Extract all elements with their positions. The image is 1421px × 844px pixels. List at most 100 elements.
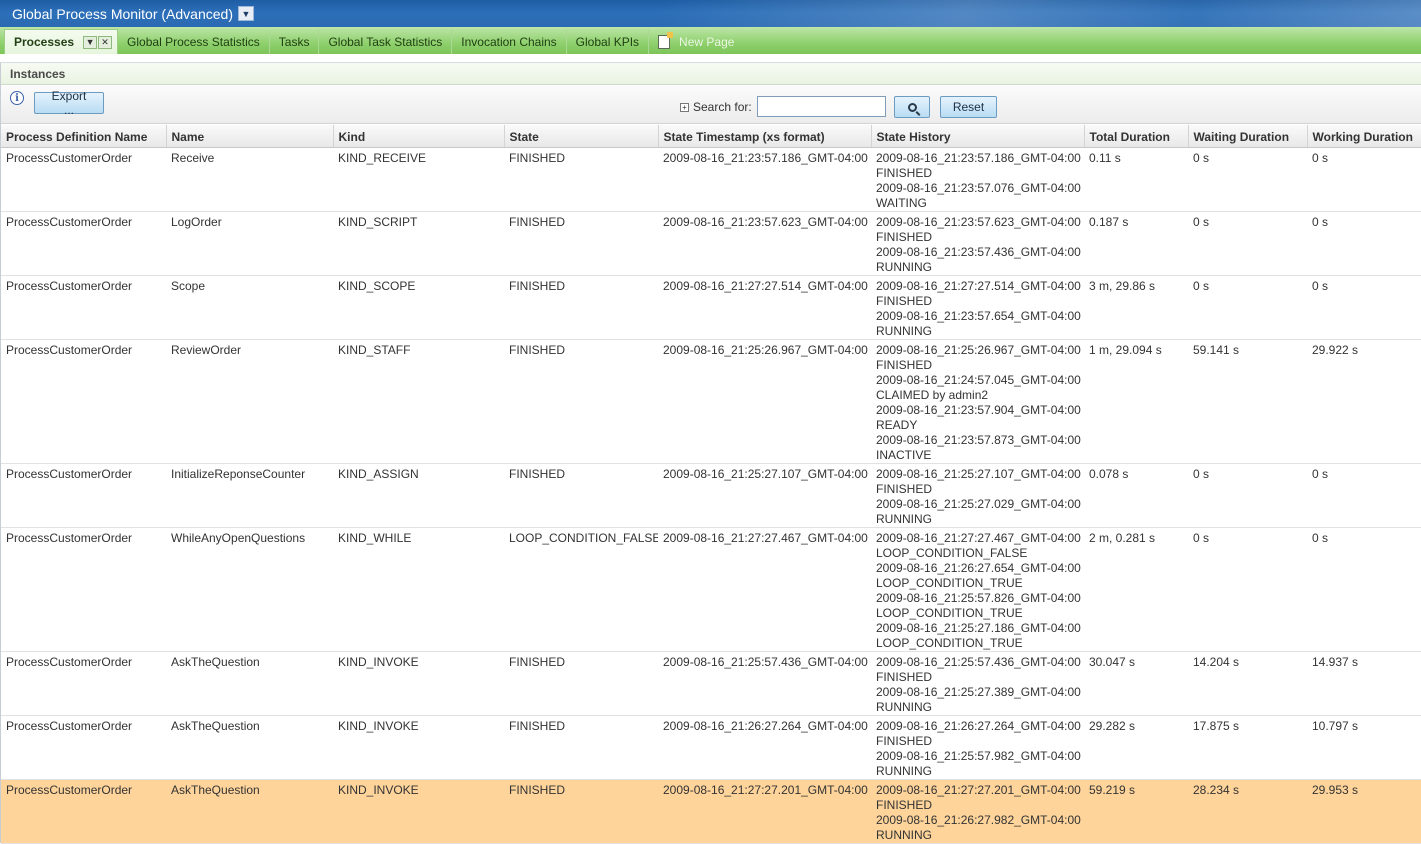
history-entry: 2009-08-16_21:25:27.389_GMT-04:00	[876, 684, 1081, 699]
history-entry: RUNNING	[876, 259, 932, 274]
cell-state: FINISHED	[504, 715, 658, 780]
cell-history: 2009-08-16_21:27:27.467_GMT-04:00 LOOP_CO…	[871, 527, 1084, 652]
cell-kind: KIND_INVOKE	[333, 651, 504, 716]
cell-working: 0 s	[1307, 147, 1421, 212]
tab-global-process-statistics[interactable]: Global Process Statistics	[118, 30, 270, 54]
cell-timestamp: 2009-08-16_21:27:27.467_GMT-04:00	[658, 527, 871, 652]
title-menu-dropdown[interactable]: ▼	[238, 6, 254, 21]
history-entry: 2009-08-16_21:26:27.264_GMT-04:00	[876, 718, 1081, 733]
cell-name: LogOrder	[166, 211, 333, 276]
history-entry: 2009-08-16_21:27:27.201_GMT-04:00	[876, 782, 1081, 797]
tab-label: Tasks	[278, 35, 310, 49]
tab-invocation-chains[interactable]: Invocation Chains	[452, 30, 567, 54]
tab-processes[interactable]: Processes ▼ ✕	[4, 29, 119, 54]
history-entry: CLAIMED by admin2	[876, 387, 989, 402]
column-header-total-duration[interactable]: Total Duration	[1084, 125, 1189, 148]
chevron-down-icon: ▼	[85, 37, 95, 47]
table-row[interactable]: ProcessCustomerOrder LogOrder KIND_SCRIPT F…	[1, 211, 1421, 276]
column-header-working-duration[interactable]: Working Duration	[1307, 125, 1421, 148]
column-header-process-definition-name[interactable]: Process Definition Name	[1, 125, 167, 148]
column-header-kind[interactable]: Kind	[333, 125, 505, 148]
history-entry: 2009-08-16_21:25:26.967_GMT-04:00	[876, 342, 1081, 357]
tab-global-task-statistics[interactable]: Global Task Statistics	[319, 30, 453, 54]
cell-history: 2009-08-16_21:25:57.436_GMT-04:00 FINISHE…	[871, 651, 1084, 716]
cell-total: 29.282 s	[1084, 715, 1188, 780]
history-entry: LOOP_CONDITION_TRUE	[876, 575, 1023, 590]
table-row[interactable]: ProcessCustomerOrder ReviewOrder KIND_STAF…	[1, 339, 1421, 464]
cell-state: FINISHED	[504, 779, 658, 844]
reset-button[interactable]: Reset	[940, 96, 997, 118]
history-entry: RUNNING	[876, 763, 932, 778]
column-header-name[interactable]: Name	[166, 125, 334, 148]
tab-new-page[interactable]: New Page	[649, 30, 743, 54]
cell-name: InitializeReponseCounter	[166, 463, 333, 528]
column-header-state-timestamp[interactable]: State Timestamp (xs format)	[658, 125, 872, 148]
cell-state: FINISHED	[504, 211, 658, 276]
history-entry: 2009-08-16_21:25:27.029_GMT-04:00	[876, 496, 1081, 511]
table-row[interactable]: ProcessCustomerOrder Receive KIND_RECEIVE F…	[1, 147, 1421, 212]
cell-working: 29.922 s	[1307, 339, 1421, 464]
tab-label: Global KPIs	[575, 35, 640, 49]
column-header-state-history[interactable]: State History	[871, 125, 1085, 148]
chevron-down-icon: ▼	[241, 8, 251, 19]
cell-total: 2 m, 0.281 s	[1084, 527, 1188, 652]
export-button[interactable]: Export ...	[34, 89, 104, 117]
history-entry: 2009-08-16_21:23:57.873_GMT-04:00	[876, 432, 1081, 447]
tab-close-button[interactable]: ✕	[98, 35, 113, 49]
search-toggle[interactable]: + Search for:	[680, 100, 752, 114]
cell-state: FINISHED	[504, 147, 658, 212]
cell-kind: KIND_WHILE	[333, 527, 504, 652]
tab-tasks[interactable]: Tasks	[270, 30, 320, 54]
history-entry: FINISHED	[876, 669, 933, 684]
table-row[interactable]: ProcessCustomerOrder Scope KIND_SCOPE FINIS…	[1, 275, 1421, 340]
history-entry: FINISHED	[876, 797, 933, 812]
cell-name: AskTheQuestion	[166, 651, 333, 716]
table-row[interactable]: ProcessCustomerOrder AskTheQuestion KIND_I…	[1, 651, 1421, 716]
tab-label: New Page	[679, 35, 735, 49]
cell-working: 29.953 s	[1307, 779, 1421, 844]
cell-history: 2009-08-16_21:26:27.264_GMT-04:00 FINISHE…	[871, 715, 1084, 780]
history-entry: 2009-08-16_21:27:27.467_GMT-04:00	[876, 530, 1081, 545]
cell-working: 0 s	[1307, 211, 1421, 276]
cell-history: 2009-08-16_21:27:27.514_GMT-04:00 FINISHE…	[871, 275, 1084, 340]
history-entry: FINISHED	[876, 733, 933, 748]
history-entry: 2009-08-16_21:25:27.186_GMT-04:00	[876, 620, 1081, 635]
history-entry: 2009-08-16_21:23:57.904_GMT-04:00	[876, 402, 1081, 417]
info-icon[interactable]: i	[10, 91, 24, 105]
history-entry: FINISHED	[876, 357, 933, 372]
cell-process: ProcessCustomerOrder	[1, 211, 166, 276]
search-button[interactable]	[894, 96, 930, 118]
cell-name: Receive	[166, 147, 333, 212]
cell-history: 2009-08-16_21:23:57.623_GMT-04:00 FINISHE…	[871, 211, 1084, 276]
app-title: Global Process Monitor (Advanced)	[12, 5, 233, 22]
cell-total: 3 m, 29.86 s	[1084, 275, 1188, 340]
tab-menu-button[interactable]: ▼	[83, 35, 98, 49]
history-entry: INACTIVE	[876, 447, 932, 462]
title-bar: Global Process Monitor (Advanced) ▼	[0, 0, 1421, 27]
table-row[interactable]: ProcessCustomerOrder WhileAnyOpenQuestion…	[1, 527, 1421, 652]
history-entry: 2009-08-16_21:24:57.045_GMT-04:00	[876, 372, 1081, 387]
cell-history: 2009-08-16_21:25:26.967_GMT-04:00 FINISHE…	[871, 339, 1084, 464]
tab-global-kpis[interactable]: Global KPIs	[567, 30, 650, 54]
table-row[interactable]: ProcessCustomerOrder InitializeReponseCou…	[1, 463, 1421, 528]
column-header-state[interactable]: State	[504, 125, 659, 148]
cell-kind: KIND_ASSIGN	[333, 463, 504, 528]
history-entry: WAITING	[876, 195, 927, 210]
instances-toolbar: i Export ... + Search for: Reset	[1, 86, 1421, 124]
cell-state: FINISHED	[504, 275, 658, 340]
table-row[interactable]: ProcessCustomerOrder AskTheQuestion KIND_I…	[1, 715, 1421, 780]
cell-total: 30.047 s	[1084, 651, 1188, 716]
cell-working: 0 s	[1307, 463, 1421, 528]
history-entry: LOOP_CONDITION_TRUE	[876, 635, 1023, 650]
column-header-waiting-duration[interactable]: Waiting Duration	[1188, 125, 1308, 148]
cell-total: 1 m, 29.094 s	[1084, 339, 1188, 464]
search-input[interactable]	[757, 96, 886, 117]
cell-waiting: 17.875 s	[1188, 715, 1307, 780]
history-entry: 2009-08-16_21:23:57.186_GMT-04:00	[876, 150, 1081, 165]
tab-bar: Processes ▼ ✕ Global Process Statistics …	[0, 27, 1421, 54]
cell-kind: KIND_INVOKE	[333, 715, 504, 780]
cell-timestamp: 2009-08-16_21:25:57.436_GMT-04:00	[658, 651, 871, 716]
table-row[interactable]: ProcessCustomerOrder AskTheQuestion KIND_I…	[1, 779, 1421, 844]
history-entry: 2009-08-16_21:25:27.107_GMT-04:00	[876, 466, 1081, 481]
cell-name: AskTheQuestion	[166, 779, 333, 844]
